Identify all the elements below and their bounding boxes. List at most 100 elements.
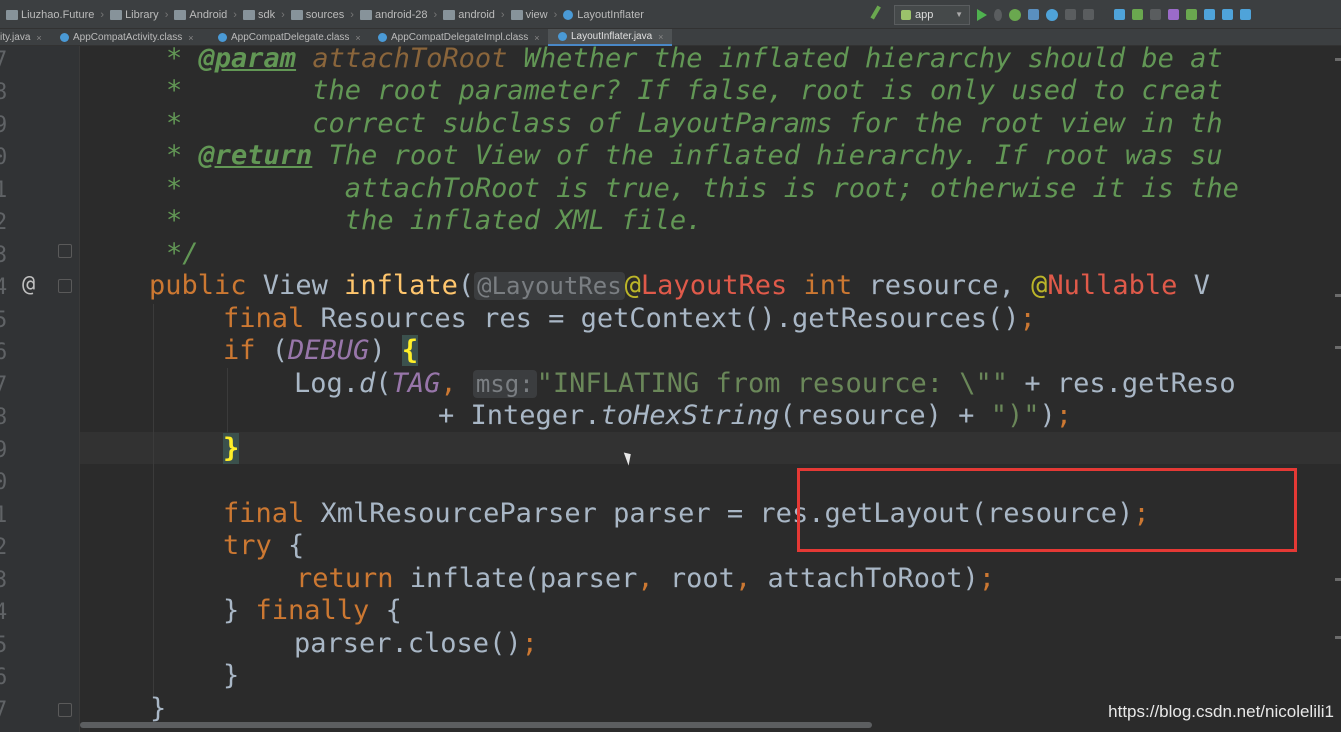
apply-changes-icon[interactable] — [994, 8, 1002, 21]
breadcrumb-item[interactable]: sdk › — [237, 9, 285, 21]
red-highlight-box — [797, 468, 1297, 552]
toolbar: app ▼ — [870, 4, 1251, 25]
tab-layoutinflater[interactable]: LayoutInflater.java × — [548, 29, 672, 46]
folder-icon — [290, 9, 303, 20]
class-icon — [218, 33, 227, 42]
close-icon[interactable]: × — [534, 33, 539, 43]
breadcrumb-item[interactable]: view › — [505, 9, 557, 21]
sync-project-icon[interactable] — [1114, 9, 1125, 20]
line-number: 9 — [0, 438, 8, 463]
fold-collapse-icon[interactable] — [58, 703, 72, 717]
code-line: + Integer.toHexString(resource) + ")"); — [438, 400, 1073, 431]
line-number: 2 — [0, 535, 8, 560]
class-icon — [558, 32, 567, 41]
line-number: 6 — [0, 340, 8, 365]
fold-collapse-icon[interactable] — [58, 244, 72, 258]
watermark: https://blog.csdn.net/nicolelili1 — [1108, 702, 1334, 721]
code-line: parser.close(); — [294, 628, 538, 659]
breadcrumb-item[interactable]: sources › — [285, 9, 354, 21]
close-icon[interactable]: × — [188, 33, 193, 43]
class-icon — [60, 33, 69, 42]
code-line: * @return The root View of the inflated … — [166, 140, 1223, 171]
folder-icon — [242, 9, 255, 20]
navigation-bar: Liuzhao.Future › Library › Android › sdk › s… — [0, 0, 1341, 29]
line-number: 4 — [0, 600, 8, 625]
code-line: * @param attachToRoot Whether the inflat… — [166, 46, 1223, 74]
toolbar-separator — [1101, 9, 1107, 20]
line-number: 9 — [0, 113, 8, 138]
avd-manager-icon[interactable] — [1150, 9, 1161, 20]
code-line: } — [223, 660, 240, 691]
class-icon — [563, 9, 574, 20]
close-icon[interactable]: × — [355, 33, 360, 43]
code-line: try { — [223, 530, 305, 561]
coverage-icon[interactable] — [1028, 9, 1039, 20]
line-number: 0 — [0, 470, 8, 495]
code-line: * correct subclass of LayoutParams for t… — [166, 108, 1223, 139]
line-number: 5 — [0, 633, 8, 658]
attach-debugger-icon[interactable] — [1065, 9, 1076, 20]
search-everywhere-icon[interactable] — [1240, 9, 1251, 20]
folder-icon — [174, 9, 187, 20]
parameter-hint: @LayoutRes — [474, 272, 625, 300]
code-line: * the inflated XML file. — [166, 205, 703, 236]
override-marker-icon[interactable]: @ — [22, 272, 35, 297]
line-number: 8 — [0, 80, 8, 105]
horizontal-scrollbar[interactable] — [80, 722, 872, 728]
line-number-gutter — [0, 46, 80, 732]
code-line: final Resources res = getContext().getRe… — [223, 303, 1036, 334]
method-signature: public View inflate(@LayoutRes @LayoutRes… — [149, 270, 1210, 301]
line-number: 8 — [0, 405, 8, 430]
run-icon[interactable] — [977, 8, 987, 21]
folder-icon — [359, 9, 372, 20]
line-number: 1 — [0, 178, 8, 203]
breadcrumb-item[interactable]: Liuzhao.Future › — [0, 9, 104, 21]
fold-expand-icon[interactable] — [58, 279, 72, 293]
line-number: 6 — [0, 665, 8, 690]
editor-tabs: ity.java × AppCompatActivity.class × AppCo… — [0, 29, 1341, 46]
folder-icon — [110, 9, 123, 20]
code-line: return inflate(parser, root, attachToRoo… — [296, 563, 996, 594]
gradle-icon[interactable] — [1186, 9, 1197, 20]
code-line: * attachToRoot is true, this is root; ot… — [166, 173, 1239, 204]
line-number: 3 — [0, 568, 8, 593]
code-line: } — [223, 433, 240, 464]
breadcrumb-item[interactable]: LayoutInflater — [557, 9, 644, 21]
tab-appcompatdelegateimpl[interactable]: AppCompatDelegateImpl.class × — [378, 29, 546, 46]
debug-icon[interactable] — [1009, 8, 1021, 21]
line-number: 5 — [0, 308, 8, 333]
sdk-manager-icon[interactable] — [1204, 9, 1215, 20]
profile-icon[interactable] — [1046, 8, 1058, 21]
code-line: } finally { — [223, 595, 402, 626]
run-configuration-select[interactable]: app ▼ — [894, 4, 970, 25]
stop-icon[interactable] — [1083, 9, 1094, 20]
parameter-hint: msg: — [472, 370, 537, 398]
build-hammer-icon[interactable] — [870, 4, 890, 25]
breadcrumb: Liuzhao.Future › Library › Android › sdk › s… — [0, 0, 644, 29]
tab-appcompatactivity[interactable]: AppCompatActivity.class × — [60, 29, 210, 46]
code-line: */ — [166, 238, 199, 269]
breadcrumb-item[interactable]: android › — [437, 9, 505, 21]
tab-java-file[interactable]: ity.java × — [0, 29, 52, 46]
line-number: 4 — [0, 275, 8, 300]
android-icon — [901, 9, 911, 20]
close-icon[interactable]: × — [36, 33, 41, 43]
breadcrumb-item[interactable]: android-28 › — [354, 9, 437, 21]
tab-appcompatdelegate[interactable]: AppCompatDelegate.class × — [218, 29, 368, 46]
code-editor[interactable]: 7 8 9 0 1 2 3 4 5 6 7 8 9 0 1 2 3 4 5 6 … — [0, 46, 1341, 732]
code-line: if (DEBUG) { — [223, 335, 419, 366]
undo-icon[interactable] — [1168, 9, 1179, 20]
line-number: 7 — [0, 698, 8, 723]
structure-icon[interactable] — [1132, 9, 1143, 20]
class-icon — [378, 33, 387, 42]
line-number: 2 — [0, 210, 8, 235]
code-line: * the root parameter? If false, root is … — [166, 75, 1223, 106]
code-line: Log.d(TAG, msg: "INFLATING from resource:… — [294, 368, 1236, 399]
close-icon[interactable]: × — [658, 32, 663, 42]
chevron-down-icon: ▼ — [955, 10, 963, 19]
breadcrumb-item[interactable]: Android › — [168, 9, 237, 21]
device-file-icon[interactable] — [1222, 9, 1233, 20]
breadcrumb-item[interactable]: Library › — [104, 9, 168, 21]
error-stripe[interactable] — [1335, 46, 1341, 732]
line-number: 3 — [0, 243, 8, 268]
